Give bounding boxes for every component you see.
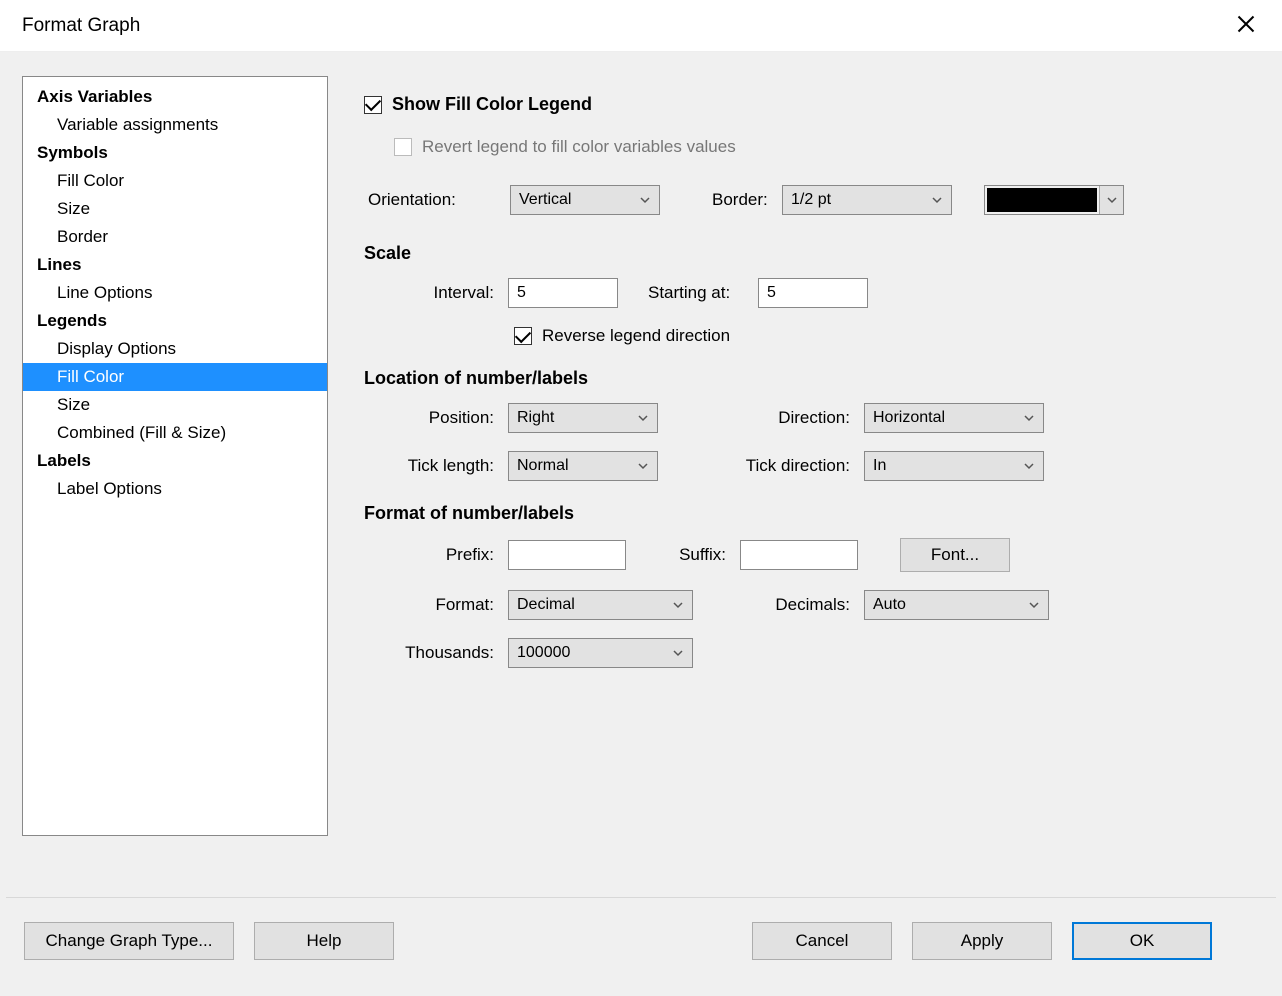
ticklen-value: Normal (517, 457, 569, 475)
position-select[interactable]: Right (508, 403, 658, 433)
help-button[interactable]: Help (254, 922, 394, 960)
border-value: 1/2 pt (791, 191, 831, 209)
direction-select[interactable]: Horizontal (864, 403, 1044, 433)
tree-item[interactable]: Display Options (23, 335, 327, 363)
chevron-down-icon (931, 194, 943, 206)
direction-value: Horizontal (873, 409, 945, 427)
reverse-label: Reverse legend direction (542, 326, 730, 346)
chevron-down-icon (639, 194, 651, 206)
starting-label: Starting at: (648, 283, 758, 303)
tree-item[interactable]: Combined (Fill & Size) (23, 419, 327, 447)
titlebar: Format Graph (0, 0, 1282, 52)
tickdir-value: In (873, 457, 886, 475)
position-value: Right (517, 409, 554, 427)
chevron-down-icon (672, 647, 684, 659)
orientation-border-row: Orientation: Vertical Border: 1/2 pt (364, 185, 1254, 215)
format-title: Format of number/labels (364, 503, 1254, 524)
tree-item[interactable]: Size (23, 391, 327, 419)
client-area: Axis VariablesVariable assignmentsSymbol… (0, 52, 1282, 996)
position-label: Position: (364, 408, 494, 428)
prefix-input[interactable] (508, 540, 626, 570)
tree-group[interactable]: Legends (23, 307, 327, 335)
apply-button[interactable]: Apply (912, 922, 1052, 960)
chevron-down-icon (637, 412, 649, 424)
show-legend-checkbox[interactable] (364, 96, 382, 114)
category-tree[interactable]: Axis VariablesVariable assignmentsSymbol… (22, 76, 328, 836)
tree-item[interactable]: Size (23, 195, 327, 223)
border-label: Border: (712, 190, 782, 210)
chevron-down-icon (1028, 599, 1040, 611)
format-graph-dialog: Format Graph Axis VariablesVariable assi… (0, 0, 1282, 996)
ticklen-select[interactable]: Normal (508, 451, 658, 481)
color-swatch (987, 188, 1097, 212)
tree-group[interactable]: Labels (23, 447, 327, 475)
tickdir-select[interactable]: In (864, 451, 1044, 481)
thousands-label: Thousands: (364, 643, 494, 663)
chevron-down-icon (637, 460, 649, 472)
chevron-down-icon (672, 599, 684, 611)
format-value: Decimal (517, 596, 575, 614)
tree-group[interactable]: Axis Variables (23, 83, 327, 111)
location-title: Location of number/labels (364, 368, 1254, 389)
orientation-value: Vertical (519, 191, 571, 209)
orientation-select[interactable]: Vertical (510, 185, 660, 215)
tick-row: Tick length: Normal Tick direction: In (364, 451, 1254, 481)
reverse-checkbox[interactable] (514, 327, 532, 345)
font-button[interactable]: Font... (900, 538, 1010, 572)
tree-item[interactable]: Variable assignments (23, 111, 327, 139)
settings-panel: Show Fill Color Legend Revert legend to … (328, 76, 1282, 996)
tickdir-label: Tick direction: (720, 456, 850, 476)
revert-label: Revert legend to fill color variables va… (422, 137, 736, 157)
tree-item[interactable]: Fill Color (23, 167, 327, 195)
interval-row: Interval: Starting at: (364, 278, 1254, 308)
thousands-select[interactable]: 100000 (508, 638, 693, 668)
interval-input[interactable] (508, 278, 618, 308)
thousands-value: 100000 (517, 644, 570, 662)
tree-item[interactable]: Label Options (23, 475, 327, 503)
decimals-value: Auto (873, 596, 906, 614)
ticklen-label: Tick length: (364, 456, 494, 476)
show-legend-row: Show Fill Color Legend (364, 94, 1254, 115)
close-button[interactable] (1228, 8, 1264, 44)
interval-label: Interval: (364, 283, 494, 303)
format-label: Format: (364, 595, 494, 615)
revert-checkbox[interactable] (394, 138, 412, 156)
footer: Change Graph Type... Help Cancel Apply O… (6, 897, 1276, 960)
prefix-label: Prefix: (364, 545, 494, 565)
tree-item[interactable]: Fill Color (23, 363, 327, 391)
thousands-row: Thousands: 100000 (364, 638, 1254, 668)
ok-button[interactable]: OK (1072, 922, 1212, 960)
change-graph-type-button[interactable]: Change Graph Type... (24, 922, 234, 960)
close-icon (1236, 14, 1256, 38)
decimals-select[interactable]: Auto (864, 590, 1049, 620)
prefix-suffix-row: Prefix: Suffix: Font... (364, 538, 1254, 572)
format-select[interactable]: Decimal (508, 590, 693, 620)
dialog-title: Format Graph (22, 15, 140, 37)
scale-title: Scale (364, 243, 1254, 264)
orientation-label: Orientation: (368, 190, 496, 210)
decimals-label: Decimals: (745, 595, 850, 615)
border-color-select[interactable] (984, 185, 1124, 215)
tree-item[interactable]: Line Options (23, 279, 327, 307)
suffix-input[interactable] (740, 540, 858, 570)
cancel-button[interactable]: Cancel (752, 922, 892, 960)
tree-item[interactable]: Border (23, 223, 327, 251)
chevron-down-icon (1023, 412, 1035, 424)
format-decimals-row: Format: Decimal Decimals: Auto (364, 590, 1254, 620)
direction-label: Direction: (720, 408, 850, 428)
position-direction-row: Position: Right Direction: Horizontal (364, 403, 1254, 433)
starting-input[interactable] (758, 278, 868, 308)
revert-row: Revert legend to fill color variables va… (394, 137, 1254, 157)
show-legend-label: Show Fill Color Legend (392, 94, 592, 115)
chevron-down-icon (1023, 460, 1035, 472)
tree-group[interactable]: Symbols (23, 139, 327, 167)
suffix-label: Suffix: (656, 545, 726, 565)
chevron-down-icon (1099, 186, 1123, 214)
reverse-row: Reverse legend direction (514, 326, 1254, 346)
tree-group[interactable]: Lines (23, 251, 327, 279)
border-width-select[interactable]: 1/2 pt (782, 185, 952, 215)
